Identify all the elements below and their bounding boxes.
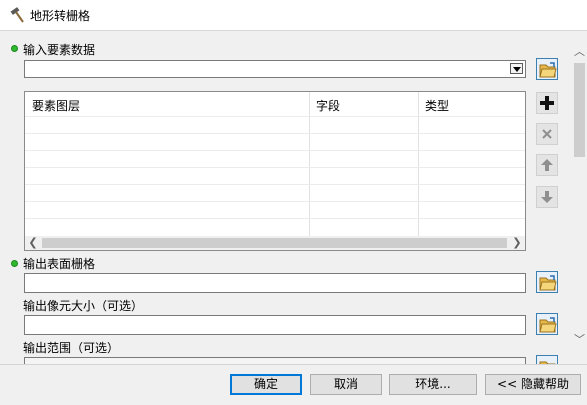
open-folder-icon (539, 275, 557, 291)
remove-row-button[interactable] (536, 123, 558, 145)
table-row (25, 201, 525, 202)
required-indicator-icon (11, 260, 18, 267)
cell-size-label: 输出像元大小（可选） (23, 299, 144, 313)
move-down-button[interactable] (536, 186, 558, 208)
window-title: 地形转栅格 (30, 9, 91, 23)
chevron-down-icon[interactable] (510, 63, 523, 74)
table-horizontal-scrollbar[interactable]: ❮ ❯ (25, 236, 525, 250)
browse-output-surface-button[interactable] (536, 271, 558, 293)
ok-button[interactable]: 确定 (230, 374, 302, 395)
scroll-left-icon[interactable]: ❮ (25, 236, 41, 250)
browse-cell-size-button[interactable] (536, 313, 558, 335)
table-row (25, 218, 525, 219)
tool-parameters-panel: 输入要素数据 要素图层 字段 类型 ❮ ❯ 输出表面栅格 输出像元大小（可选） … (0, 32, 572, 364)
extent-label: 输出范围（可选） (23, 341, 120, 355)
open-folder-icon (539, 317, 557, 333)
table-row (25, 184, 525, 185)
hide-help-button[interactable]: << 隐藏帮助 (485, 374, 581, 395)
scroll-down-icon[interactable]: ﹀ (572, 332, 587, 348)
remove-icon (542, 129, 552, 139)
cell-size-input[interactable] (24, 315, 526, 335)
scrollbar-thumb[interactable] (42, 238, 507, 248)
input-features-combobox[interactable] (24, 60, 526, 78)
move-up-button[interactable] (536, 154, 558, 176)
down-arrow-icon (541, 191, 553, 203)
input-features-table[interactable]: 要素图层 字段 类型 ❮ ❯ (24, 91, 526, 251)
add-icon (540, 96, 554, 110)
dialog-button-bar: 确定 取消 环境... << 隐藏帮助 (0, 364, 587, 405)
input-features-label: 输入要素数据 (23, 43, 96, 57)
cancel-button[interactable]: 取消 (310, 374, 382, 395)
table-row (25, 116, 525, 117)
panel-vertical-scrollbar[interactable]: ︿ ﹀ (572, 32, 587, 364)
table-row (25, 167, 525, 168)
scroll-right-icon[interactable]: ❯ (509, 236, 525, 250)
scrollbar-thumb[interactable] (574, 63, 585, 157)
output-surface-label: 输出表面栅格 (23, 257, 96, 271)
browse-extent-button[interactable] (536, 355, 558, 364)
table-row (25, 150, 525, 151)
up-arrow-icon (541, 159, 553, 171)
extent-combobox[interactable] (24, 357, 526, 364)
open-folder-icon (539, 62, 557, 78)
scroll-up-icon[interactable]: ︿ (572, 44, 587, 60)
add-row-button[interactable] (536, 92, 558, 114)
environments-button[interactable]: 环境... (389, 374, 477, 395)
table-row (25, 133, 525, 134)
table-header-feature-layer: 要素图层 (32, 99, 81, 113)
required-indicator-icon (11, 45, 18, 52)
title-bar: 地形转栅格 (0, 0, 587, 31)
table-header-type: 类型 (425, 99, 450, 113)
output-surface-input[interactable] (24, 273, 526, 293)
table-header-field: 字段 (316, 99, 341, 113)
hammer-icon (10, 7, 24, 23)
browse-input-features-button[interactable] (536, 58, 558, 80)
